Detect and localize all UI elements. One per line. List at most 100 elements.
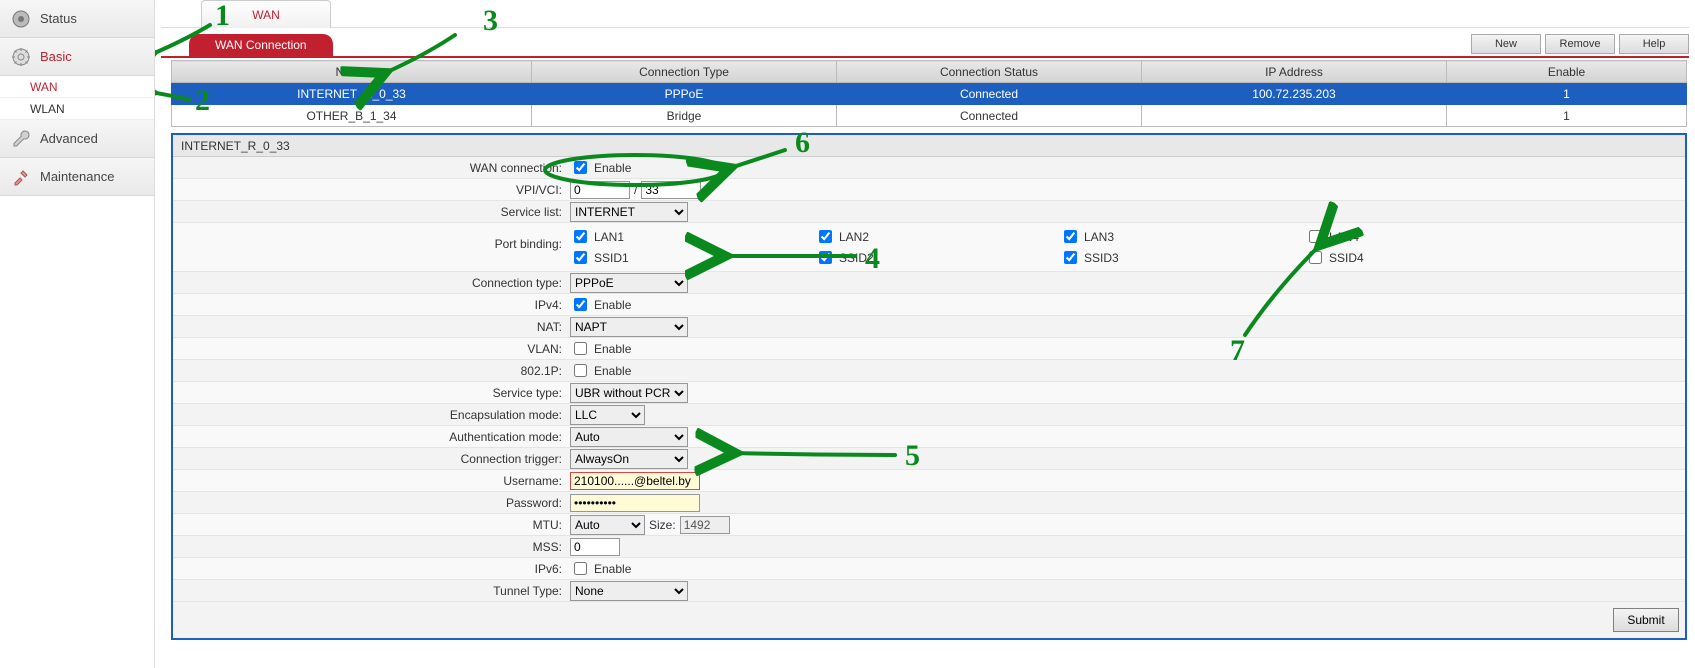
lbl-vlan: VLAN: bbox=[173, 342, 568, 356]
chk-lan4-wrap[interactable]: LAN4 bbox=[1305, 227, 1550, 246]
chk-lan2-wrap[interactable]: LAN2 bbox=[815, 227, 1060, 246]
cell-status: Connected bbox=[837, 83, 1142, 105]
th-ip: IP Address bbox=[1142, 61, 1447, 83]
nav-status[interactable]: Status bbox=[0, 0, 154, 38]
content: WAN WAN Connection New Remove Help Name … bbox=[155, 0, 1695, 668]
nav-label: Status bbox=[40, 11, 77, 26]
lbl-tunnel: Tunnel Type: bbox=[173, 584, 568, 598]
row-encap: Encapsulation mode: LLC bbox=[173, 404, 1685, 426]
tools-icon bbox=[10, 166, 32, 188]
row-ipv4: IPv4: Enable bbox=[173, 294, 1685, 316]
details-title: INTERNET_R_0_33 bbox=[173, 135, 1685, 157]
row-tunnel: Tunnel Type: None bbox=[173, 580, 1685, 602]
cell-conn-type: PPPoE bbox=[532, 83, 837, 105]
nav-label: Basic bbox=[40, 49, 72, 64]
lbl-mtu: MTU: bbox=[173, 518, 568, 532]
top-tab-wan[interactable]: WAN bbox=[201, 0, 331, 28]
chk-ipv4[interactable] bbox=[574, 298, 587, 311]
lbl-password: Password: bbox=[173, 496, 568, 510]
row-username: Username: bbox=[173, 470, 1685, 492]
lbl-ipv4: IPv4: bbox=[173, 298, 568, 312]
cell-enable: 1 bbox=[1447, 105, 1687, 127]
chk-ssid4[interactable] bbox=[1309, 251, 1322, 264]
lbl-mtu-size: Size: bbox=[649, 518, 676, 532]
row-auth: Authentication mode: Auto bbox=[173, 426, 1685, 448]
txt-enable: Enable bbox=[594, 342, 631, 356]
chk-ssid1-wrap[interactable]: SSID1 bbox=[570, 248, 815, 267]
input-password[interactable] bbox=[570, 494, 700, 512]
txt-enable: Enable bbox=[594, 298, 631, 312]
th-enable: Enable bbox=[1447, 61, 1687, 83]
row-service-type: Service type: UBR without PCR bbox=[173, 382, 1685, 404]
cell-status: Connected bbox=[837, 105, 1142, 127]
sidebar: Status Basic WAN WLAN Advanced Maintenan… bbox=[0, 0, 155, 668]
lbl-encap: Encapsulation mode: bbox=[173, 408, 568, 422]
submit-button[interactable]: Submit bbox=[1613, 608, 1679, 632]
section-rule bbox=[161, 56, 1689, 58]
lbl-lan1: LAN1 bbox=[594, 230, 624, 244]
th-name: Name bbox=[172, 61, 532, 83]
input-vpi[interactable] bbox=[570, 181, 630, 199]
table-header-row: Name Connection Type Connection Status I… bbox=[172, 61, 1687, 83]
table-row[interactable]: OTHER_B_1_34 Bridge Connected 1 bbox=[172, 105, 1687, 127]
sel-conn-type[interactable]: PPPoE bbox=[570, 273, 688, 293]
lbl-service-type: Service type: bbox=[173, 386, 568, 400]
row-mtu: MTU: Auto Size: bbox=[173, 514, 1685, 536]
submit-row: Submit bbox=[173, 602, 1685, 638]
sel-auth[interactable]: Auto bbox=[570, 427, 688, 447]
row-nat: NAT: NAPT bbox=[173, 316, 1685, 338]
lbl-vpi-vci: VPI/VCI: bbox=[173, 183, 568, 197]
chk-ssid3[interactable] bbox=[1064, 251, 1077, 264]
chk-ssid2[interactable] bbox=[819, 251, 832, 264]
chk-vlan[interactable] bbox=[574, 342, 587, 355]
sel-nat[interactable]: NAPT bbox=[570, 317, 688, 337]
chk-lan1-wrap[interactable]: LAN1 bbox=[570, 227, 815, 246]
chk-ipv6[interactable] bbox=[574, 562, 587, 575]
input-vci[interactable] bbox=[641, 181, 701, 199]
lbl-wan-conn: WAN connection: bbox=[173, 161, 568, 175]
sel-mtu[interactable]: Auto bbox=[570, 515, 645, 535]
chk-lan3[interactable] bbox=[1064, 230, 1077, 243]
chk-lan1[interactable] bbox=[574, 230, 587, 243]
sel-service-list[interactable]: INTERNET bbox=[570, 202, 688, 222]
txt-enable: Enable bbox=[594, 562, 631, 576]
chk-lan4[interactable] bbox=[1309, 230, 1322, 243]
input-username[interactable] bbox=[570, 472, 700, 490]
chk-ssid1[interactable] bbox=[574, 251, 587, 264]
chk-ssid4-wrap[interactable]: SSID4 bbox=[1305, 248, 1550, 267]
sel-trigger[interactable]: AlwaysOn bbox=[570, 449, 688, 469]
chk-lan3-wrap[interactable]: LAN3 bbox=[1060, 227, 1305, 246]
th-conn-type: Connection Type bbox=[532, 61, 837, 83]
input-mss[interactable] bbox=[570, 538, 620, 556]
row-vpi-vci: VPI/VCI: / bbox=[173, 179, 1685, 201]
chk-wan-enable[interactable] bbox=[574, 161, 587, 174]
lbl-trigger: Connection trigger: bbox=[173, 452, 568, 466]
row-wan-conn: WAN connection: Enable bbox=[173, 157, 1685, 179]
port-grid: LAN1 LAN2 LAN3 LAN4 SSID1 SSID2 SSID3 SS… bbox=[570, 227, 1550, 267]
remove-button[interactable]: Remove bbox=[1545, 34, 1615, 54]
row-ipv6: IPv6: Enable bbox=[173, 558, 1685, 580]
top-tab-label: WAN bbox=[252, 8, 280, 22]
nav-advanced[interactable]: Advanced bbox=[0, 120, 154, 158]
th-status: Connection Status bbox=[837, 61, 1142, 83]
chk-ssid3-wrap[interactable]: SSID3 bbox=[1060, 248, 1305, 267]
wan-table: Name Connection Type Connection Status I… bbox=[171, 60, 1687, 127]
status-icon bbox=[10, 8, 32, 30]
help-button[interactable]: Help bbox=[1619, 34, 1689, 54]
nav-wlan[interactable]: WLAN bbox=[0, 98, 154, 120]
chk-ssid2-wrap[interactable]: SSID2 bbox=[815, 248, 1060, 267]
new-button[interactable]: New bbox=[1471, 34, 1541, 54]
lbl-service-list: Service list: bbox=[173, 205, 568, 219]
lbl-ssid2: SSID2 bbox=[839, 251, 874, 265]
chk-lan2[interactable] bbox=[819, 230, 832, 243]
lbl-nat: NAT: bbox=[173, 320, 568, 334]
sel-tunnel[interactable]: None bbox=[570, 581, 688, 601]
nav-maintenance[interactable]: Maintenance bbox=[0, 158, 154, 196]
nav-basic[interactable]: Basic bbox=[0, 38, 154, 76]
table-row[interactable]: INTERNET_R_0_33 PPPoE Connected 100.72.2… bbox=[172, 83, 1687, 105]
chk-8021p[interactable] bbox=[574, 364, 587, 377]
nav-wan[interactable]: WAN bbox=[0, 76, 154, 98]
sel-service-type[interactable]: UBR without PCR bbox=[570, 383, 688, 403]
sel-encap[interactable]: LLC bbox=[570, 405, 645, 425]
lbl-8021p: 802.1P: bbox=[173, 364, 568, 378]
